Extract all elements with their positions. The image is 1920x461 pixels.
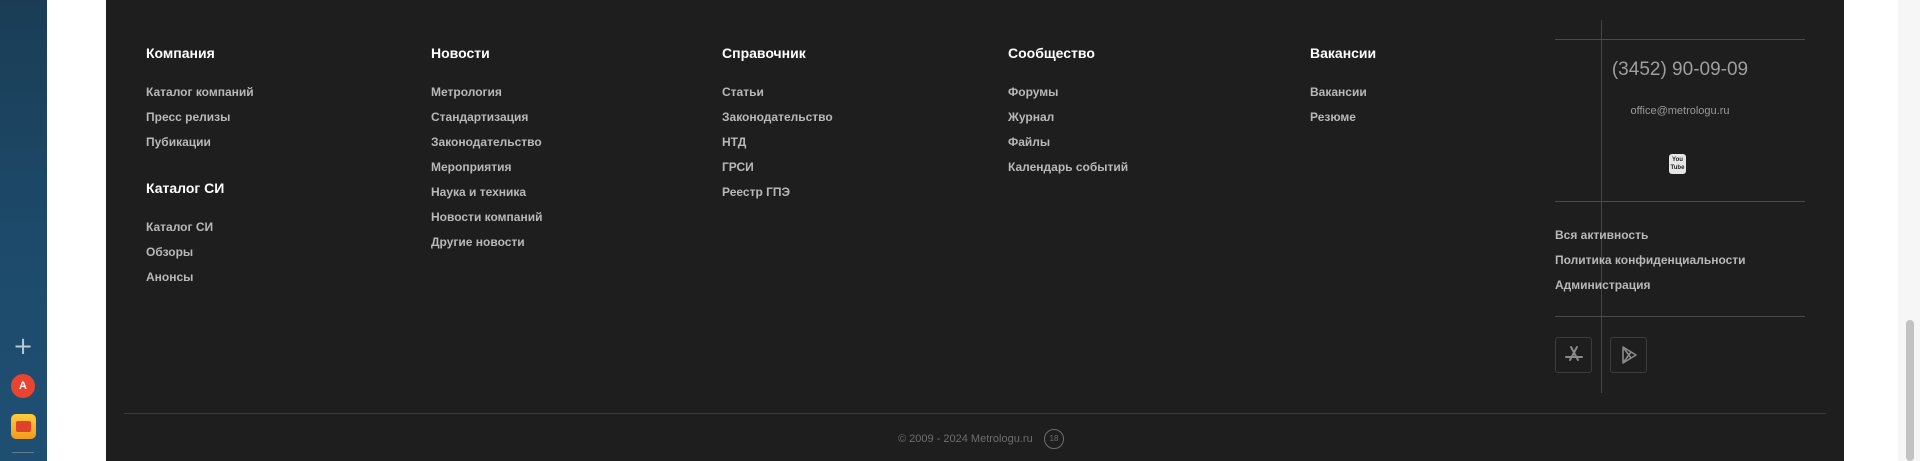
footer-side-link-activity[interactable]: Вся активность bbox=[1555, 228, 1648, 242]
footer-link[interactable]: Журнал bbox=[1008, 110, 1054, 124]
footer-link[interactable]: Календарь событий bbox=[1008, 160, 1128, 174]
footer-title-news: Новости bbox=[431, 45, 490, 61]
contacts-divider-top bbox=[1555, 39, 1805, 40]
contact-email[interactable]: office@metrologu.ru bbox=[1555, 105, 1805, 117]
footer-link[interactable]: Мероприятия bbox=[431, 160, 512, 174]
mail-icon[interactable] bbox=[11, 414, 36, 439]
footer-link[interactable]: Резюме bbox=[1310, 110, 1356, 124]
footer-link[interactable]: Каталог компаний bbox=[146, 85, 254, 99]
footer-link[interactable]: Форумы bbox=[1008, 85, 1058, 99]
footer-link[interactable]: Каталог СИ bbox=[146, 220, 213, 234]
footer-link[interactable]: Пресс релизы bbox=[146, 110, 230, 124]
footer-title-company: Компания bbox=[146, 45, 215, 61]
footer-link[interactable]: Законодательство bbox=[431, 135, 542, 149]
contact-phone[interactable]: (3452) 90-09-09 bbox=[1555, 59, 1805, 81]
app-store-button[interactable] bbox=[1555, 337, 1592, 373]
footer-side-link-privacy[interactable]: Политика конфиденциальности bbox=[1555, 253, 1746, 267]
footer-link[interactable]: Новости компаний bbox=[431, 210, 542, 224]
footer-link[interactable]: Другие новости bbox=[431, 235, 525, 249]
footer-title-vacancies: Вакансии bbox=[1310, 45, 1377, 61]
footer-link[interactable]: Статьи bbox=[722, 85, 764, 99]
contacts-divider-middle bbox=[1555, 201, 1805, 202]
footer-link[interactable]: Вакансии bbox=[1310, 85, 1367, 99]
footer-bottom-divider bbox=[124, 413, 1826, 414]
footer-title-si-catalog: Каталог СИ bbox=[146, 180, 225, 196]
app-store-icon bbox=[1564, 346, 1583, 361]
footer-title-community: Сообщество bbox=[1008, 45, 1095, 61]
page-scrollbar-thumb[interactable] bbox=[1906, 320, 1914, 461]
youtube-label-top: You bbox=[1672, 157, 1683, 163]
contacts-divider-bottom bbox=[1555, 316, 1805, 317]
footer-link[interactable]: ГРСИ bbox=[722, 160, 754, 174]
footer-title-reference: Справочник bbox=[722, 45, 806, 61]
youtube-icon[interactable]: You Tube bbox=[1669, 154, 1686, 174]
footer-link[interactable]: Наука и техника bbox=[431, 185, 526, 199]
footer-link[interactable]: Метрология bbox=[431, 85, 502, 99]
add-panel-icon[interactable]: + bbox=[12, 334, 34, 358]
translate-icon[interactable]: A bbox=[11, 374, 35, 398]
youtube-label-bottom: Tube bbox=[1670, 165, 1685, 171]
google-play-icon bbox=[1621, 346, 1637, 364]
footer-link[interactable]: Анонсы bbox=[146, 270, 193, 284]
age-rating-badge: 18 bbox=[1044, 429, 1064, 449]
footer-side-link-administration[interactable]: Администрация bbox=[1555, 278, 1650, 292]
browser-sidebar: + A bbox=[0, 0, 47, 461]
footer-link[interactable]: Пубикации bbox=[146, 135, 211, 149]
google-play-button[interactable] bbox=[1610, 337, 1647, 373]
site-footer: Компания Каталог компаний Пресс релизы П… bbox=[106, 0, 1844, 461]
sidebar-divider bbox=[12, 452, 34, 453]
footer-link[interactable]: НТД bbox=[722, 135, 746, 149]
footer-link[interactable]: Реестр ГПЭ bbox=[722, 185, 790, 199]
footer-link[interactable]: Файлы bbox=[1008, 135, 1050, 149]
copyright-text: © 2009 - 2024 Metrologu.ru bbox=[898, 433, 1033, 445]
footer-link[interactable]: Стандартизация bbox=[431, 110, 528, 124]
footer-link[interactable]: Законодательство bbox=[722, 110, 833, 124]
footer-link[interactable]: Обзоры bbox=[146, 245, 193, 259]
